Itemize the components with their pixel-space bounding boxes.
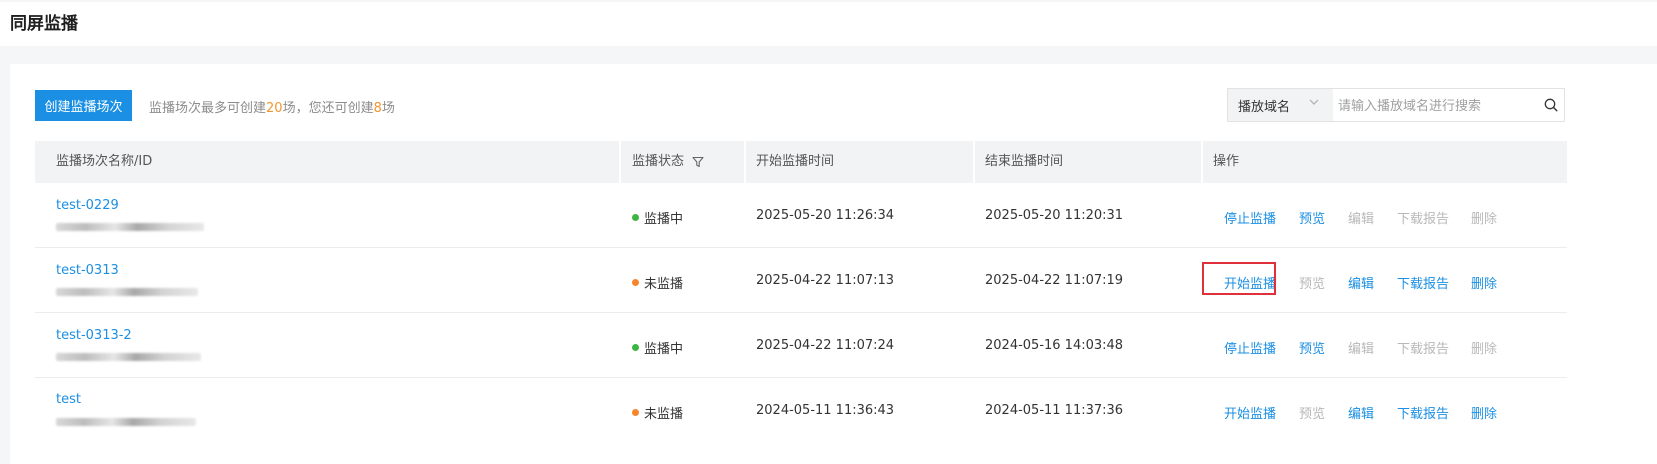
column-header-actions: 操作 — [1213, 154, 1240, 169]
status-badge: 未监播 — [632, 273, 683, 292]
table-row: test 未监播 2024-05-11 11:36:43 2024-05-11 … — [35, 378, 1567, 443]
start-time: 2025-04-22 11:07:24 — [756, 338, 895, 353]
edit-button[interactable]: 编辑 — [1348, 338, 1374, 357]
status-label: 未监播 — [644, 407, 684, 422]
quota-remaining: 8 — [373, 101, 382, 116]
preview-button[interactable]: 预览 — [1299, 208, 1325, 227]
quota-suffix: 场 — [381, 101, 395, 116]
delete-button[interactable]: 删除 — [1471, 403, 1497, 422]
page-title: 同屏监播 — [10, 14, 78, 34]
quota-max: 20 — [266, 101, 283, 116]
chevron-down-icon — [1309, 99, 1319, 105]
end-time: 2024-05-16 14:03:48 — [985, 338, 1124, 353]
search-icon[interactable] — [1544, 98, 1558, 112]
column-header-name: 监播场次名称/ID — [56, 154, 153, 169]
status-dot — [632, 214, 639, 221]
status-badge: 监播中 — [632, 208, 683, 227]
edit-button[interactable]: 编辑 — [1348, 403, 1374, 422]
table-header: 监播场次名称/ID 监播状态 开始监播时间 结束监播时间 操作 — [35, 141, 1567, 183]
session-name-link[interactable]: test-0313-2 — [56, 328, 132, 343]
column-header-status-label: 监播状态 — [632, 154, 685, 169]
search-field-select[interactable]: 播放域名 — [1228, 89, 1333, 121]
edit-button[interactable]: 编辑 — [1348, 273, 1374, 292]
download-report-button[interactable]: 下载报告 — [1397, 338, 1449, 357]
start-time: 2024-05-11 11:36:43 — [756, 403, 895, 418]
preview-button[interactable]: 预览 — [1299, 273, 1325, 292]
column-divider — [619, 141, 621, 183]
table-row: test-0229 监播中 2025-05-20 11:26:34 2025-0… — [35, 183, 1567, 248]
column-divider — [973, 141, 975, 183]
search-input[interactable] — [1336, 92, 1540, 120]
quota-hint: 监播场次最多可创建20场，您还可创建8场 — [149, 97, 395, 116]
column-divider — [1201, 141, 1203, 183]
edit-button[interactable]: 编辑 — [1348, 208, 1374, 227]
session-id-redacted — [56, 418, 196, 426]
start-time: 2025-05-20 11:26:34 — [756, 208, 895, 223]
start-time: 2025-04-22 11:07:13 — [756, 273, 895, 288]
main-card: 创建监播场次 监播场次最多可创建20场，您还可创建8场 播放域名 监播场次名称/… — [10, 64, 1657, 464]
search-field-select-label: 播放域名 — [1238, 99, 1291, 115]
status-dot — [632, 344, 639, 351]
table-row: test-0313 未监播 2025-04-22 11:07:13 2025-0… — [35, 248, 1567, 313]
status-label: 监播中 — [644, 212, 684, 227]
delete-button[interactable]: 删除 — [1471, 338, 1497, 357]
top-bar: 同屏监播 — [0, 2, 1657, 46]
filter-icon[interactable] — [692, 156, 704, 168]
session-id-redacted — [56, 288, 198, 296]
session-name-link[interactable]: test-0313 — [56, 263, 119, 278]
end-time: 2024-05-11 11:37:36 — [985, 403, 1124, 418]
download-report-button[interactable]: 下载报告 — [1397, 273, 1449, 292]
delete-button[interactable]: 删除 — [1471, 208, 1497, 227]
stop-monitor-button[interactable]: 停止监播 — [1224, 338, 1276, 357]
status-badge: 监播中 — [632, 338, 683, 357]
end-time: 2025-05-20 11:20:31 — [985, 208, 1124, 223]
quota-prefix: 监播场次最多可创建 — [149, 101, 267, 116]
column-header-end: 结束监播时间 — [985, 154, 1064, 169]
create-session-button[interactable]: 创建监播场次 — [35, 90, 132, 121]
end-time: 2025-04-22 11:07:19 — [985, 273, 1124, 288]
status-label: 未监播 — [644, 277, 684, 292]
session-name-link[interactable]: test — [56, 392, 81, 407]
session-id-redacted — [56, 223, 204, 231]
status-label: 监播中 — [644, 342, 684, 357]
table-row: test-0313-2 监播中 2025-04-22 11:07:24 2024… — [35, 313, 1567, 378]
highlight-annotation — [1202, 262, 1276, 295]
start-monitor-button[interactable]: 开始监播 — [1224, 403, 1276, 422]
status-badge: 未监播 — [632, 403, 683, 422]
status-dot — [632, 279, 639, 286]
preview-button[interactable]: 预览 — [1299, 403, 1325, 422]
download-report-button[interactable]: 下载报告 — [1397, 208, 1449, 227]
delete-button[interactable]: 删除 — [1471, 273, 1497, 292]
column-header-start: 开始监播时间 — [756, 154, 835, 169]
session-id-redacted — [56, 353, 201, 361]
status-dot — [632, 409, 639, 416]
stop-monitor-button[interactable]: 停止监播 — [1224, 208, 1276, 227]
quota-middle: 场，您还可创建 — [282, 101, 374, 116]
column-divider — [744, 141, 746, 183]
session-name-link[interactable]: test-0229 — [56, 198, 119, 213]
column-header-status: 监播状态 — [632, 141, 704, 183]
download-report-button[interactable]: 下载报告 — [1397, 403, 1449, 422]
search-box: 播放域名 — [1227, 88, 1565, 122]
preview-button[interactable]: 预览 — [1299, 338, 1325, 357]
